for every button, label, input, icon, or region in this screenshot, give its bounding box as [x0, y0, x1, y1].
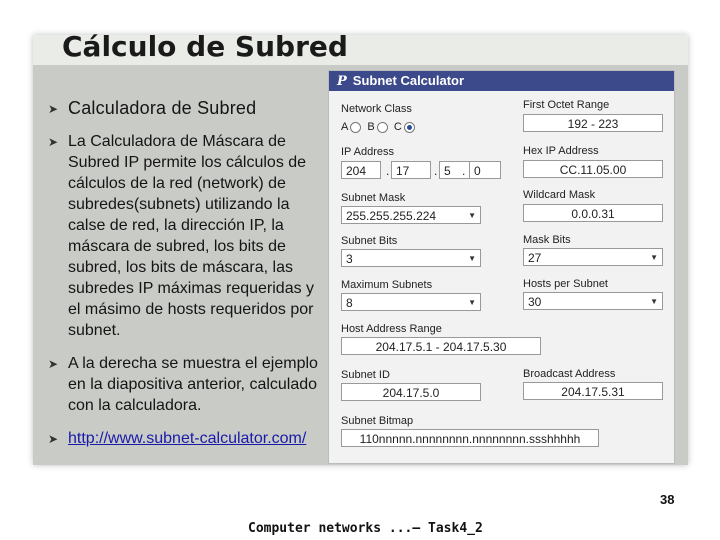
- class-b-radio[interactable]: [376, 121, 388, 133]
- mask-bits-label: Mask Bits: [523, 234, 571, 246]
- bullet-arrow-icon: ➤: [48, 357, 59, 371]
- subnet-id-field: 204.17.5.0: [341, 383, 481, 401]
- mask-bits-select[interactable]: 27: [523, 248, 663, 267]
- host-address-range-label: Host Address Range: [341, 323, 442, 335]
- hosts-per-subnet-label: Hosts per Subnet: [523, 278, 608, 290]
- subnet-bitmap-label: Subnet Bitmap: [341, 415, 414, 427]
- subnet-bits-label: Subnet Bits: [341, 235, 398, 247]
- ip-address-label: IP Address: [341, 146, 394, 158]
- hosts-per-subnet-select[interactable]: 30: [523, 292, 663, 311]
- subnet-id-label: Subnet ID: [341, 369, 390, 381]
- subnet-bitmap-field: 110nnnnn.nnnnnnnn.nnnnnnnn.ssshhhhh: [341, 429, 599, 447]
- maximum-subnets-select[interactable]: 8: [341, 293, 481, 312]
- ip-octet-4-input[interactable]: 0: [469, 161, 501, 179]
- page-number: 38: [660, 492, 675, 507]
- hex-ip-address-label: Hex IP Address: [523, 145, 599, 157]
- bullet-item: ➤ A la derecha se muestra el ejemplo en …: [48, 353, 318, 416]
- broadcast-address-label: Broadcast Address: [523, 368, 616, 380]
- subnet-bits-select[interactable]: 3: [341, 249, 481, 268]
- bullet-text: La Calculadora de Máscara de Subred IP p…: [68, 133, 315, 339]
- subnet-logo-icon: P: [337, 74, 347, 89]
- ip-dot: .: [434, 164, 438, 178]
- hex-ip-address-field: CC.11.05.00: [523, 160, 663, 178]
- ip-dot: .: [386, 164, 390, 178]
- ip-octet-1-input[interactable]: 204: [341, 161, 381, 179]
- bullet-arrow-icon: ➤: [48, 102, 59, 116]
- subnet-mask-value: 255.255.255.224: [346, 209, 437, 223]
- subnet-calculator: P Subnet Calculator Network Class A B C F…: [328, 70, 675, 464]
- ip-octet-2-input[interactable]: 17: [391, 161, 431, 179]
- class-c-radio[interactable]: [403, 121, 415, 133]
- maximum-subnets-value: 8: [346, 296, 353, 310]
- calculator-title: Subnet Calculator: [352, 73, 465, 88]
- host-address-range-field: 204.17.5.1 - 204.17.5.30: [341, 337, 541, 355]
- first-octet-range-label: First Octet Range: [523, 99, 610, 111]
- network-class-label: Network Class: [341, 103, 412, 115]
- bullet-item: ➤ http://www.subnet-calculator.com/: [48, 428, 318, 449]
- bullet-arrow-icon: ➤: [48, 135, 59, 149]
- broadcast-address-field: 204.17.5.31: [523, 382, 663, 400]
- bullet-item: ➤ La Calculadora de Máscara de Subred IP…: [48, 131, 318, 341]
- class-a-label: A: [341, 121, 349, 133]
- maximum-subnets-label: Maximum Subnets: [341, 279, 433, 291]
- subnet-mask-label: Subnet Mask: [341, 192, 406, 204]
- class-c-label: C: [393, 121, 402, 133]
- calculator-header: P Subnet Calculator: [329, 71, 674, 91]
- class-b-label: B: [367, 121, 375, 133]
- bullet-item: ➤ Calculadora de Subred: [48, 98, 318, 119]
- network-class-radios: A B C: [341, 121, 418, 133]
- first-octet-range-field: 192 - 223: [523, 114, 663, 132]
- calculator-link[interactable]: http://www.subnet-calculator.com/: [68, 430, 306, 447]
- hosts-per-subnet-value: 30: [528, 295, 542, 309]
- bullet-text: Calculadora de Subred: [68, 98, 257, 118]
- slide-title: Cálculo de Subred: [62, 30, 348, 63]
- bullet-text: A la derecha se muestra el ejemplo en la…: [68, 355, 318, 414]
- slide-footer: Computer networks ...– Task4_2: [248, 521, 483, 536]
- subnet-bits-value: 3: [346, 252, 353, 266]
- subnet-mask-select[interactable]: 255.255.255.224: [341, 206, 481, 225]
- mask-bits-value: 27: [528, 251, 542, 265]
- class-a-radio[interactable]: [350, 121, 362, 133]
- wildcard-mask-field: 0.0.0.31: [523, 204, 663, 222]
- wildcard-mask-label: Wildcard Mask: [523, 189, 596, 201]
- bullet-list: ➤ Calculadora de Subred ➤ La Calculadora…: [48, 98, 318, 461]
- ip-dot: .: [462, 164, 466, 178]
- bullet-arrow-icon: ➤: [48, 432, 59, 446]
